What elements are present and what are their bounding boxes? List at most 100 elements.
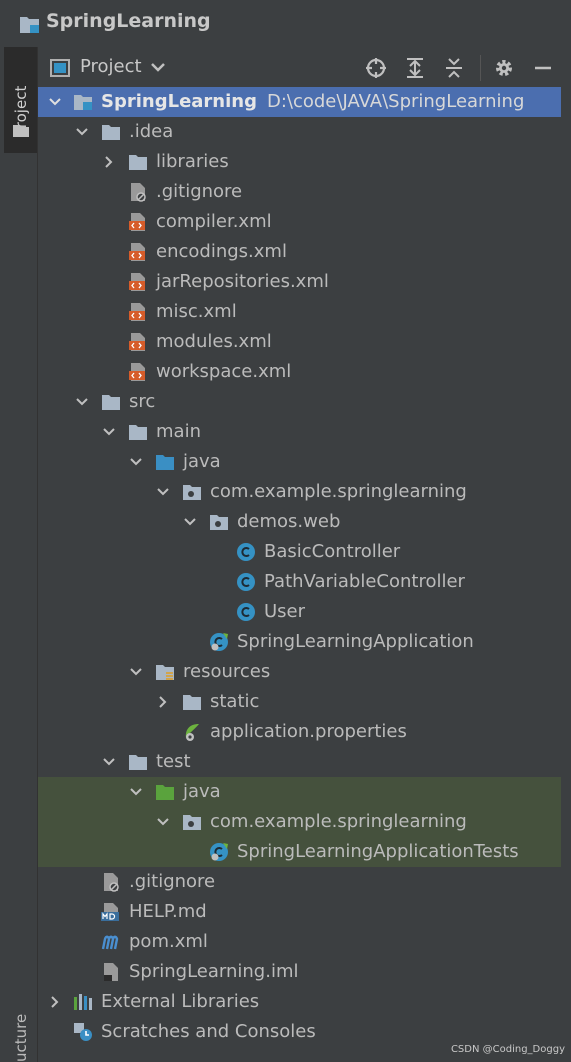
- chevron-right-icon[interactable]: [157, 696, 169, 708]
- chevron-down-icon[interactable]: [184, 516, 196, 528]
- tree-row-application-class[interactable]: SpringLearningApplication: [38, 627, 561, 657]
- tree-label: libraries: [156, 151, 229, 172]
- watermark: CSDN @Coding_Doggy: [450, 1044, 565, 1055]
- tree-row-compiler-xml[interactable]: compiler.xml: [38, 207, 561, 237]
- tree-row-scratches[interactable]: Scratches and Consoles: [38, 1017, 561, 1047]
- tree-row-test[interactable]: test: [38, 747, 561, 777]
- tree-row-workspace-xml[interactable]: workspace.xml: [38, 357, 561, 387]
- chevron-down-icon[interactable]: [49, 96, 61, 108]
- project-tab[interactable]: Project: [4, 47, 37, 153]
- test-folder-icon: [156, 785, 174, 800]
- tree-row-resources[interactable]: resources: [38, 657, 561, 687]
- gear-icon[interactable]: [492, 56, 516, 80]
- tree-row-pom-xml[interactable]: pom.xml: [38, 927, 561, 957]
- tree-row-root-gitignore[interactable]: .gitignore: [38, 867, 561, 897]
- tree-row-external-libraries[interactable]: External Libraries: [38, 987, 561, 1017]
- folder-icon: [129, 755, 147, 770]
- minimize-icon[interactable]: [531, 56, 555, 80]
- expand-all-icon[interactable]: [403, 56, 427, 80]
- tree-row-main-package[interactable]: com.example.springlearning: [38, 477, 561, 507]
- tree-label: compiler.xml: [156, 211, 272, 232]
- tree-label: PathVariableController: [264, 571, 465, 592]
- tree-label: java: [183, 781, 221, 802]
- root-name: SpringLearning: [101, 91, 257, 112]
- tree-row-path-variable-controller[interactable]: PathVariableController: [38, 567, 561, 597]
- libraries-icon: [74, 994, 92, 1010]
- tree-label: java: [183, 451, 221, 472]
- tree-row-help-md[interactable]: HELP.md: [38, 897, 561, 927]
- tree-row-test-java[interactable]: java: [38, 777, 561, 807]
- tree-label: demos.web: [237, 511, 341, 532]
- source-folder-icon: [156, 455, 174, 470]
- chevron-right-icon[interactable]: [49, 996, 61, 1008]
- ignored-file-icon: [131, 183, 146, 202]
- tree-row-application-tests[interactable]: SpringLearningApplicationTests: [38, 837, 561, 867]
- module-file-icon: [104, 963, 118, 981]
- folder-icon: [183, 695, 201, 710]
- folder-icon: [102, 395, 120, 410]
- tree-label: modules.xml: [156, 331, 272, 352]
- tree-label: User: [264, 601, 306, 622]
- collapse-all-icon[interactable]: [442, 56, 466, 80]
- chevron-right-icon[interactable]: [103, 156, 115, 168]
- title-bar: SpringLearning: [0, 0, 571, 47]
- tree-row-user[interactable]: User: [38, 597, 561, 627]
- tree-row-encodings-xml[interactable]: encodings.xml: [38, 237, 561, 267]
- chevron-down-icon[interactable]: [130, 786, 142, 798]
- chevron-down-icon[interactable]: [76, 126, 88, 138]
- tree-label: HELP.md: [129, 901, 207, 922]
- tree-label: External Libraries: [101, 991, 260, 1012]
- tree-row-gitignore[interactable]: .gitignore: [38, 177, 561, 207]
- chevron-down-icon[interactable]: [130, 456, 142, 468]
- class-icon: [237, 603, 255, 621]
- maven-icon: [101, 935, 119, 950]
- folder-icon: [13, 125, 29, 137]
- structure-tab[interactable]: ucture: [12, 1014, 30, 1062]
- project-folder-icon: [74, 95, 92, 110]
- resources-folder-icon: [156, 665, 174, 680]
- tree-row-idea[interactable]: .idea: [38, 117, 561, 147]
- folder-icon: [129, 155, 147, 170]
- spring-boot-class-icon: [210, 633, 228, 651]
- tree-row-main-java[interactable]: java: [38, 447, 561, 477]
- class-icon: [237, 543, 255, 561]
- tree-row-iml[interactable]: SpringLearning.iml: [38, 957, 561, 987]
- tree-label: com.example.springlearning: [210, 481, 467, 502]
- chevron-down-icon[interactable]: [103, 756, 115, 768]
- chevron-down-icon[interactable]: [151, 63, 165, 72]
- chevron-down-icon[interactable]: [157, 486, 169, 498]
- tree-label: .gitignore: [156, 181, 243, 202]
- tree-label: .idea: [129, 121, 174, 142]
- tree-label: .gitignore: [129, 871, 216, 892]
- tree-row-basic-controller[interactable]: BasicController: [38, 537, 561, 567]
- tree-row-libraries[interactable]: libraries: [38, 147, 561, 177]
- tool-window-stripe: Project ucture: [4, 47, 38, 1062]
- tree-row-modules-xml[interactable]: modules.xml: [38, 327, 561, 357]
- tree-label: application.properties: [210, 721, 407, 742]
- tree-row-jarrepositories-xml[interactable]: jarRepositories.xml: [38, 267, 561, 297]
- tree-row-misc-xml[interactable]: misc.xml: [38, 297, 561, 327]
- chevron-down-icon[interactable]: [103, 426, 115, 438]
- tree-row-test-package[interactable]: com.example.springlearning: [38, 807, 561, 837]
- xml-file-icon: [129, 273, 145, 291]
- chevron-down-icon[interactable]: [130, 666, 142, 678]
- folder-icon: [102, 125, 120, 140]
- markdown-file-icon: [101, 903, 119, 921]
- locate-icon[interactable]: [364, 56, 388, 80]
- tree-label: src: [129, 391, 156, 412]
- chevron-down-icon[interactable]: [76, 396, 88, 408]
- tree-label: encodings.xml: [156, 241, 287, 262]
- chevron-down-icon[interactable]: [157, 816, 169, 828]
- tree-row-root[interactable]: SpringLearning D:\code\JAVA\SpringLearnin…: [38, 87, 561, 117]
- tree-label: Scratches and Consoles: [101, 1021, 316, 1042]
- tree-label: SpringLearningApplicationTests: [237, 841, 519, 862]
- tree-label: main: [156, 421, 201, 442]
- spring-properties-icon: [185, 724, 199, 741]
- tree-row-demos-web[interactable]: demos.web: [38, 507, 561, 537]
- toolbar-separator: [480, 55, 481, 81]
- tree-row-src[interactable]: src: [38, 387, 561, 417]
- tree-row-application-properties[interactable]: application.properties: [38, 717, 561, 747]
- tree-row-main[interactable]: main: [38, 417, 561, 447]
- tree-label: misc.xml: [156, 301, 237, 322]
- tree-row-static[interactable]: static: [38, 687, 561, 717]
